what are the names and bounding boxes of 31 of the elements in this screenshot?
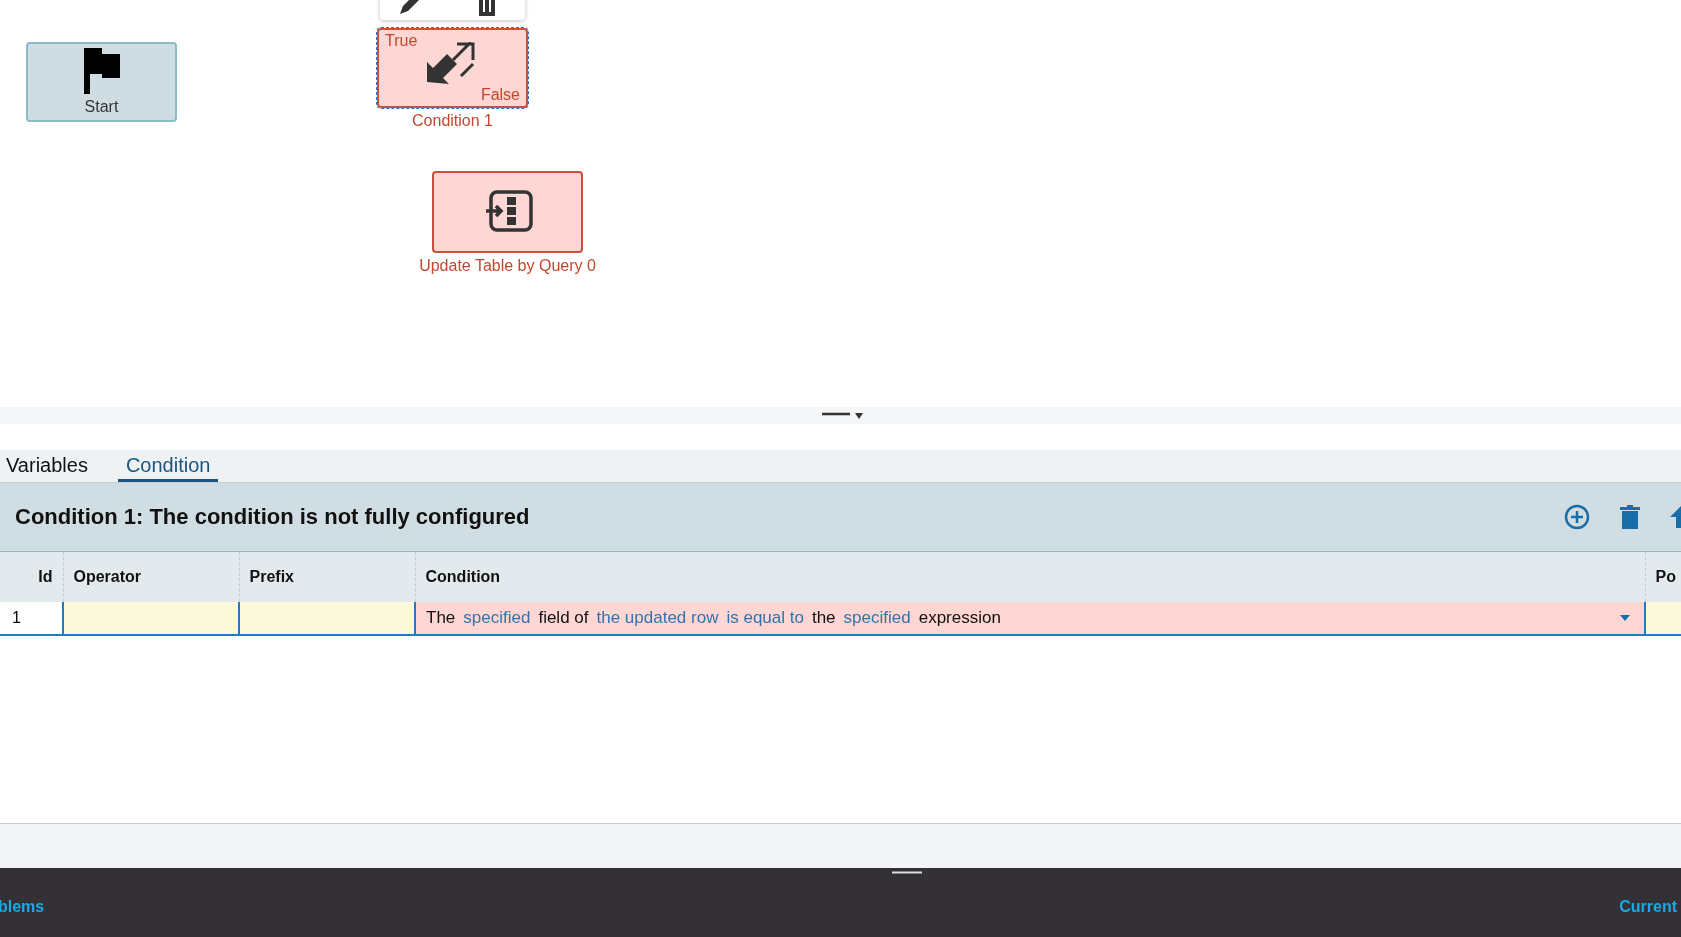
link[interactable]: is equal to [726, 608, 804, 628]
splitter-handle-icon[interactable] [892, 871, 922, 874]
link[interactable]: specified [843, 608, 911, 628]
column-header[interactable]: Po [1645, 552, 1681, 602]
flag-icon [81, 48, 122, 94]
start-node[interactable]: Start [26, 42, 177, 122]
table-cell[interactable] [239, 602, 415, 635]
node-label: Start [84, 98, 119, 116]
tab[interactable]: Variables [6, 454, 96, 482]
splitter-handle-icon[interactable] [821, 410, 864, 421]
table-cell[interactable]: The specified field of the updated row is equal to the specified expression [415, 602, 1645, 635]
panel-title: Condition 1: The condition is not fully configured [15, 504, 530, 530]
column-header[interactable]: Prefix [239, 552, 415, 602]
true-label: True [385, 32, 418, 50]
false-label: False [480, 86, 520, 104]
add-circle-icon[interactable] [1564, 504, 1590, 530]
condition-text: The specified field of the updated row is equal to the specified expression [426, 608, 1001, 628]
link[interactable]: the updated row [596, 608, 719, 628]
link[interactable]: specified [463, 608, 531, 628]
node-label: Update Table by Query 0 [419, 257, 596, 275]
node-label: Condition 1 [412, 112, 493, 130]
arrow-up-icon[interactable] [1670, 506, 1681, 528]
dropdown-caret-icon[interactable] [1620, 615, 1630, 621]
column-header[interactable]: Operator [63, 552, 239, 602]
current-tab[interactable]: Current [1619, 897, 1677, 916]
table-cell[interactable] [63, 602, 239, 635]
condition-node[interactable]: True False [377, 28, 528, 108]
table-import-icon [485, 190, 533, 232]
column-header[interactable]: Id [0, 552, 63, 602]
update-table-node[interactable] [432, 171, 583, 253]
column-header[interactable]: Condition [415, 552, 1645, 602]
